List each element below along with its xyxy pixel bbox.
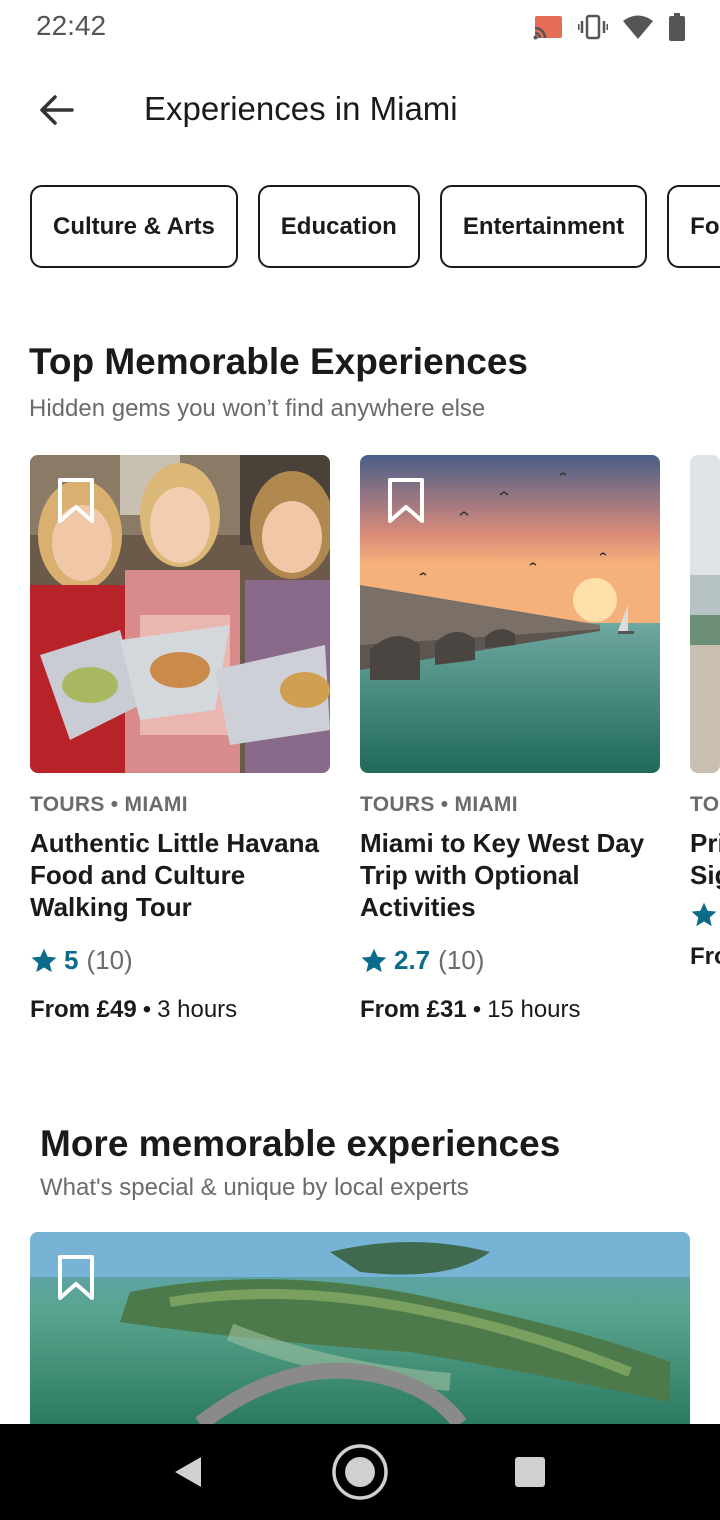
bookmark-icon[interactable] [56, 477, 96, 525]
cast-icon [532, 14, 564, 40]
system-nav-bar [0, 1424, 720, 1520]
chip-entertainment[interactable]: Entertainment [439, 185, 648, 268]
card-category: TO [690, 793, 720, 816]
separator-dot: • [142, 996, 152, 1023]
chip-education[interactable]: Education [257, 185, 420, 268]
category-chips: Culture & Arts Education Entertainment F… [30, 185, 720, 268]
card-price-row: Fro [690, 943, 720, 971]
triangle-back-icon [175, 1457, 201, 1487]
card-rating: 2.7 (10) [360, 945, 660, 976]
screen: 22:42 Experiences in Miami Culture & Art… [0, 0, 720, 1520]
section-subtitle-top: Hidden gems you won’t find anywhere else [29, 395, 486, 422]
square-recents-icon [515, 1457, 545, 1487]
arrow-left-icon [40, 95, 74, 125]
card-image [360, 455, 660, 773]
status-time: 22:42 [36, 10, 107, 41]
battery-icon [668, 13, 686, 41]
card-price: From £49 [30, 996, 137, 1023]
section-subtitle-more: What's special & unique by local experts [40, 1174, 469, 1201]
back-button[interactable] [28, 84, 84, 136]
nav-recents-button[interactable] [500, 1442, 560, 1502]
card-category: TOURS • MIAMI [360, 793, 518, 816]
card-duration: 15 hours [487, 996, 581, 1023]
card-title: Miami to Key West Day Trip with Optional… [360, 828, 645, 922]
section-title-more: More memorable experiences [40, 1123, 561, 1164]
separator-dot: • [472, 996, 482, 1023]
status-icons [532, 10, 686, 44]
rating-value: 2.7 [394, 945, 431, 975]
nav-home-button[interactable] [330, 1442, 390, 1502]
experience-card[interactable]: TOURS • MIAMI Miami to Key West Day Trip… [360, 455, 660, 1024]
experience-card-large[interactable] [30, 1232, 690, 1424]
card-title-line: Pri [690, 828, 720, 858]
card-image [30, 455, 330, 773]
card-title: Pri Sig [690, 827, 720, 891]
experience-card-partial[interactable]: TO Pri Sig Fro [690, 455, 720, 971]
chip-culture-arts[interactable]: Culture & Arts [30, 185, 238, 268]
vibrate-icon [578, 14, 608, 40]
star-icon [31, 948, 57, 972]
card-image [690, 455, 720, 773]
section-title-top: Top Memorable Experiences [29, 341, 528, 382]
review-count: (10) [438, 945, 485, 975]
chip-food[interactable]: Fo [667, 185, 720, 268]
nav-back-button[interactable] [158, 1442, 218, 1502]
review-count: (10) [86, 945, 133, 975]
bookmark-icon[interactable] [386, 477, 426, 525]
card-price-row: From £49 • 3 hours [30, 996, 330, 1024]
experience-card[interactable]: TOURS • MIAMI Authentic Little Havana Fo… [30, 455, 330, 1024]
card-title: Authentic Little Havana Food and Culture… [30, 828, 319, 922]
card-price: Fro [690, 943, 720, 970]
circle-home-icon [332, 1444, 388, 1500]
app-bar: Experiences in Miami [0, 70, 720, 150]
bookmark-icon[interactable] [56, 1254, 96, 1302]
star-icon [691, 902, 717, 927]
card-title-line: Sig [690, 860, 720, 890]
photo-waterfront [690, 455, 720, 773]
card-rating [690, 901, 720, 929]
card-rating: 5 (10) [30, 945, 330, 976]
star-icon [361, 948, 387, 972]
page-title: Experiences in Miami [144, 90, 458, 127]
card-price: From £31 [360, 996, 467, 1023]
card-category: TOURS • MIAMI [30, 793, 188, 816]
rating-value: 5 [64, 945, 79, 975]
status-bar: 22:42 [0, 0, 720, 54]
photo-underwater-reptile [30, 1232, 690, 1424]
card-price-row: From £31 • 15 hours [360, 996, 660, 1024]
card-duration: 3 hours [157, 996, 238, 1023]
wifi-icon [622, 14, 654, 40]
